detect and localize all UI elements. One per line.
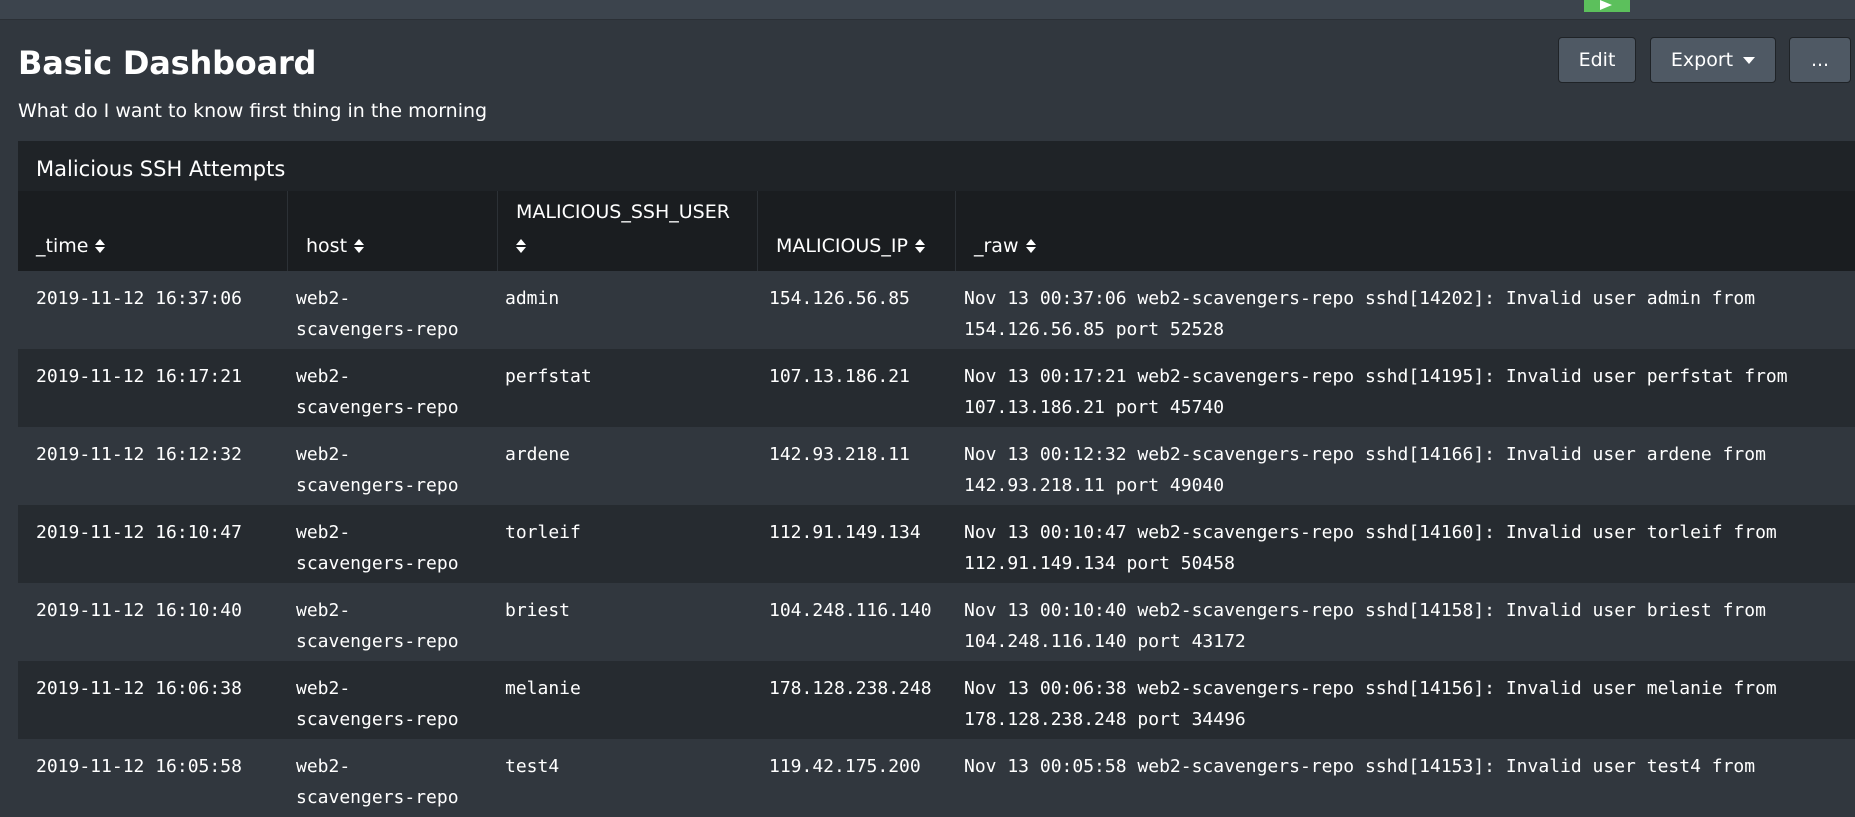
cell-malicious-ip[interactable]: 104.248.116.140 [769,595,932,626]
raw-line: Nov 13 00:06:38 web2-scavengers-repo ssh… [964,678,1777,699]
page-title: Basic Dashboard [18,44,317,82]
raw-line: 112.91.149.134 port 50458 [964,553,1235,574]
raw-line: Nov 13 00:05:58 web2-scavengers-repo ssh… [964,756,1756,777]
column-header-label: _raw [974,235,1019,257]
column-header-label: _time [36,235,89,257]
column-header-label: MALICIOUS_SSH_USER [516,201,730,223]
sort-icon[interactable] [516,239,526,253]
app-top-bar [0,0,1855,20]
sort-icon[interactable] [354,239,365,253]
more-actions-label: ... [1810,49,1830,71]
cell-time: 2019-11-12 16:10:40 [36,600,242,621]
cell-malicious-ip[interactable]: 107.13.186.21 [769,361,910,392]
table-row[interactable]: 2019-11-12 16:37:06 web2-scavengers-repo… [18,271,1855,349]
cell-host: web2-scavengers-repo [296,756,459,808]
play-icon [1600,0,1612,10]
ssh-attempts-panel: Malicious SSH Attempts _time host MALICI… [18,141,1855,817]
cell-time: 2019-11-12 16:06:38 [36,678,242,699]
cell-malicious-ip[interactable]: 154.126.56.85 [769,283,910,314]
cell-raw: Nov 13 00:12:32 web2-scavengers-repo ssh… [964,439,1766,501]
column-header-malicious-ip[interactable]: MALICIOUS_IP [758,191,956,271]
cell-host: web2-scavengers-repo [296,600,459,652]
cell-host: web2-scavengers-repo [296,678,459,730]
raw-line: 178.128.238.248 port 34496 [964,709,1246,730]
column-header-raw[interactable]: _raw [956,191,1855,271]
cell-malicious-ip[interactable]: 119.42.175.200 [769,751,921,782]
raw-line: Nov 13 00:17:21 web2-scavengers-repo ssh… [964,366,1788,387]
cell-time: 2019-11-12 16:12:32 [36,444,242,465]
raw-line: 154.126.56.85 port 52528 [964,319,1225,340]
cell-time: 2019-11-12 16:10:47 [36,522,242,543]
export-button[interactable]: Export [1650,37,1776,83]
cell-malicious-ip[interactable]: 112.91.149.134 [769,517,921,548]
cell-malicious-user[interactable]: torleif [505,517,581,548]
cell-malicious-user[interactable]: test4 [505,751,559,782]
export-button-label: Export [1670,49,1734,71]
table-row[interactable]: 2019-11-12 16:10:40 web2-scavengers-repo… [18,583,1855,661]
cell-time: 2019-11-12 16:37:06 [36,288,242,309]
table-row[interactable]: 2019-11-12 16:17:21 web2-scavengers-repo… [18,349,1855,427]
raw-line: Nov 13 00:10:40 web2-scavengers-repo ssh… [964,600,1766,621]
cell-raw: Nov 13 00:10:40 web2-scavengers-repo ssh… [964,595,1766,657]
column-header-malicious-ssh-user[interactable]: MALICIOUS_SSH_USER [498,191,758,271]
sort-icon[interactable] [914,239,925,253]
cell-raw: Nov 13 00:37:06 web2-scavengers-repo ssh… [964,283,1755,345]
page-description: What do I want to know first thing in th… [18,100,488,122]
sort-icon[interactable] [95,239,106,253]
table-row[interactable]: 2019-11-12 16:10:47 web2-scavengers-repo… [18,505,1855,583]
raw-line: 142.93.218.11 port 49040 [964,475,1225,496]
column-header-host[interactable]: host [288,191,498,271]
table-row[interactable]: 2019-11-12 16:05:58 web2-scavengers-repo… [18,739,1855,817]
panel-title: Malicious SSH Attempts [36,157,286,181]
cell-time: 2019-11-12 16:05:58 [36,756,242,777]
cell-malicious-ip[interactable]: 142.93.218.11 [769,439,910,470]
raw-line: Nov 13 00:10:47 web2-scavengers-repo ssh… [964,522,1777,543]
sort-icon[interactable] [1025,239,1036,253]
run-search-button[interactable] [1584,0,1630,12]
cell-time: 2019-11-12 16:17:21 [36,366,242,387]
cell-host: web2-scavengers-repo [296,366,459,418]
caret-down-icon [1743,56,1756,64]
table-row[interactable]: 2019-11-12 16:06:38 web2-scavengers-repo… [18,661,1855,739]
more-actions-button[interactable]: ... [1789,37,1851,83]
cell-malicious-user[interactable]: perfstat [505,361,592,392]
edit-button[interactable]: Edit [1558,37,1636,83]
table-header: _time host MALICIOUS_SSH_USER MALICIOUS_… [18,191,1855,271]
cell-malicious-user[interactable]: admin [505,283,559,314]
raw-line: 107.13.186.21 port 45740 [964,397,1225,418]
edit-button-label: Edit [1578,49,1616,71]
cell-raw: Nov 13 00:05:58 web2-scavengers-repo ssh… [964,751,1755,782]
raw-line: 104.248.116.140 port 43172 [964,631,1246,652]
cell-malicious-user[interactable]: melanie [505,673,581,704]
cell-host: web2-scavengers-repo [296,444,459,496]
column-header-label: MALICIOUS_IP [776,235,908,257]
cell-malicious-user[interactable]: ardene [505,439,570,470]
cell-host: web2-scavengers-repo [296,522,459,574]
cell-raw: Nov 13 00:06:38 web2-scavengers-repo ssh… [964,673,1777,735]
cell-raw: Nov 13 00:10:47 web2-scavengers-repo ssh… [964,517,1777,579]
table-body: 2019-11-12 16:37:06 web2-scavengers-repo… [18,271,1855,817]
cell-malicious-user[interactable]: briest [505,595,570,626]
cell-malicious-ip[interactable]: 178.128.238.248 [769,673,932,704]
cell-raw: Nov 13 00:17:21 web2-scavengers-repo ssh… [964,361,1788,423]
table-row[interactable]: 2019-11-12 16:12:32 web2-scavengers-repo… [18,427,1855,505]
raw-line: Nov 13 00:12:32 web2-scavengers-repo ssh… [964,444,1766,465]
column-header-time[interactable]: _time [18,191,288,271]
cell-host: web2-scavengers-repo [296,288,459,340]
column-header-label: host [306,235,348,257]
raw-line: Nov 13 00:37:06 web2-scavengers-repo ssh… [964,288,1756,309]
